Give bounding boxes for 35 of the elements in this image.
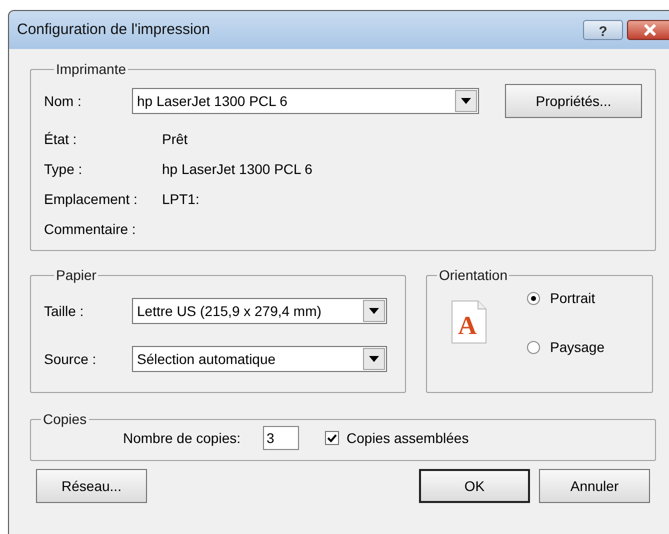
dialog-button[interactable]: OK xyxy=(419,469,530,503)
info-label: Emplacement : xyxy=(44,190,138,209)
window-title: Configuration de l'impression xyxy=(17,20,211,40)
info-label: État : xyxy=(44,130,78,148)
group-label: Copies xyxy=(42,410,88,429)
dialog-button[interactable]: Annuler xyxy=(539,469,650,503)
info-label: Commentaire : xyxy=(44,220,137,238)
info-value: hp LaserJet 1300 PCL 6 xyxy=(162,160,312,179)
radio-button[interactable] xyxy=(527,292,540,305)
field-label: Source : xyxy=(44,350,98,368)
checkmark-icon xyxy=(326,434,337,442)
field-label: Taille : xyxy=(44,302,85,320)
close-button[interactable] xyxy=(627,20,669,40)
dropdown-field[interactable]: Sélection automatique xyxy=(132,346,387,372)
field-label: Nom : xyxy=(44,92,82,110)
info-value: Prêt xyxy=(162,130,188,148)
help-button[interactable]: ? xyxy=(583,20,623,40)
dialog-button[interactable]: Réseau... xyxy=(36,469,147,503)
copies-field[interactable]: 3 xyxy=(262,426,299,450)
dropdown-field[interactable]: Lettre US (215,9 x 279,4 mm) xyxy=(132,298,387,324)
radio-button[interactable] xyxy=(527,341,540,354)
close-icon[interactable] xyxy=(643,24,657,36)
checkbox[interactable] xyxy=(324,431,339,445)
radio-option[interactable]: Paysage xyxy=(527,337,604,358)
group-label: Papier xyxy=(55,266,98,285)
group-label: Imprimante xyxy=(55,60,128,79)
checkbox-label[interactable]: Copies assemblées xyxy=(346,428,469,448)
dialog-button[interactable]: Propriétés... xyxy=(505,84,642,118)
dropdown-field[interactable]: hp LaserJet 1300 PCL 6 xyxy=(132,88,479,114)
field-label: Nombre de copies: xyxy=(123,428,241,448)
group-label: Orientation xyxy=(438,266,508,285)
info-label: Type : xyxy=(44,160,84,179)
radio-option[interactable]: Portrait xyxy=(527,288,604,309)
document-icon: A xyxy=(451,300,487,344)
info-value: LPT1: xyxy=(162,190,200,208)
